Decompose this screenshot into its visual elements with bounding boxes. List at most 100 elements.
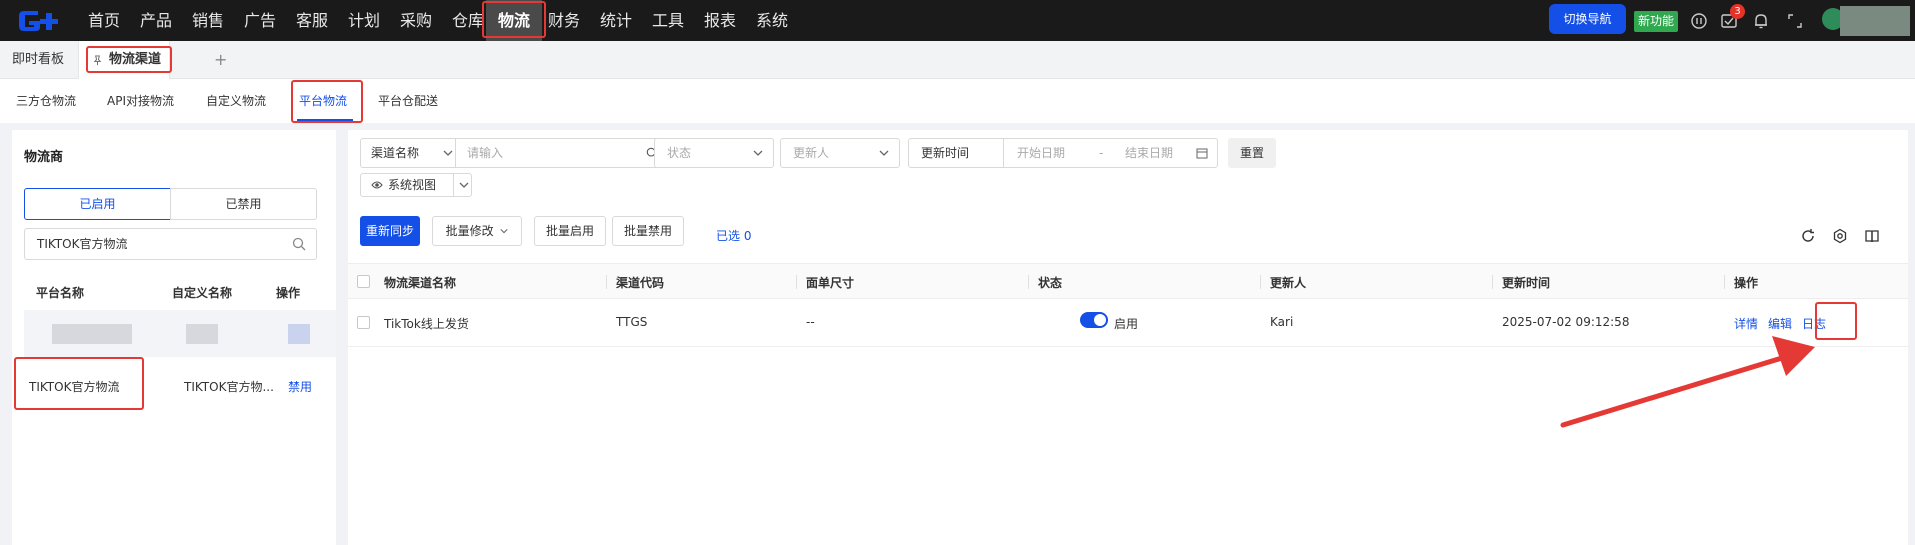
tab-logistics-channel[interactable]: 物流渠道 — [78, 41, 170, 79]
column-updater: 更新人 — [1270, 276, 1307, 290]
edit-link[interactable]: 编辑 — [1768, 315, 1792, 332]
column-status: 状态 — [1038, 276, 1063, 290]
fullscreen-icon[interactable] — [1786, 12, 1804, 30]
subtab-platform-warehouse[interactable]: 平台仓配送 — [378, 79, 438, 123]
column-action: 操作 — [276, 286, 301, 300]
nav-home[interactable]: 首页 — [78, 0, 130, 41]
channel-name: TikTok线上发货 — [384, 317, 469, 331]
start-date-input[interactable]: 开始日期 — [1017, 139, 1065, 167]
carrier-panel: 物流商 已启用 已禁用 TIKTOK官方物流 平台名称 自定义名称 操作 TIK… — [12, 130, 336, 545]
update-time-select[interactable]: 更新时间 — [921, 139, 969, 167]
column-separator — [1028, 275, 1029, 289]
nav-purchase[interactable]: 采购 — [390, 0, 442, 41]
nav-ads[interactable]: 广告 — [234, 0, 286, 41]
nav-tools[interactable]: 工具 — [642, 0, 694, 41]
nav-statistics[interactable]: 统计 — [590, 0, 642, 41]
book-icon[interactable] — [1864, 228, 1880, 244]
select-all-checkbox[interactable] — [357, 275, 370, 288]
subtab-custom-logistics[interactable]: 自定义物流 — [206, 79, 266, 123]
page-tabs-bar: 即时看板 物流渠道 + — [0, 41, 1915, 79]
batch-enable-button[interactable]: 批量启用 — [534, 216, 606, 246]
tab-logistics-channel-label: 物流渠道 — [109, 52, 162, 67]
nav-system[interactable]: 系统 — [746, 0, 798, 41]
table-row[interactable]: TikTok线上发货 TTGS -- 启用 Kari 2025-07-02 09… — [348, 299, 1908, 347]
blurred-text — [52, 324, 132, 344]
carrier-panel-title: 物流商 — [24, 150, 64, 165]
detail-link[interactable]: 详情 — [1734, 315, 1758, 332]
disable-link[interactable]: 禁用 — [288, 378, 312, 395]
label-size: -- — [806, 315, 815, 329]
status-select[interactable]: 状态 — [654, 138, 774, 168]
notification-badge: 3 — [1730, 4, 1745, 19]
column-label-size: 面单尺寸 — [806, 276, 855, 290]
add-tab-button[interactable]: + — [214, 41, 227, 79]
carrier-search-value: TIKTOK官方物流 — [37, 237, 128, 251]
column-updated-at: 更新时间 — [1502, 276, 1551, 290]
column-separator — [606, 275, 607, 289]
log-link[interactable]: 日志 — [1802, 315, 1826, 332]
calendar-icon[interactable] — [1196, 147, 1208, 159]
channel-code: TTGS — [616, 315, 648, 329]
new-feature-button[interactable]: 新功能 — [1634, 11, 1678, 32]
subtab-platform-logistics[interactable]: 平台物流 — [299, 79, 347, 123]
column-separator — [1724, 275, 1725, 289]
search-icon[interactable] — [292, 237, 306, 251]
status-toggle[interactable] — [1080, 312, 1108, 328]
subtab-3pl-warehouse[interactable]: 三方仓物流 — [16, 79, 76, 123]
channel-name-filter: 渠道名称 请输入 — [360, 138, 668, 168]
reset-button[interactable]: 重置 — [1228, 138, 1276, 168]
pin-icon — [93, 55, 102, 66]
carrier-search-input[interactable]: TIKTOK官方物流 — [24, 228, 317, 260]
enabled-filter-button[interactable]: 已启用 — [24, 188, 171, 220]
refresh-icon[interactable] — [1800, 228, 1816, 244]
end-date-input[interactable]: 结束日期 — [1125, 139, 1173, 167]
chevron-down-icon[interactable] — [443, 148, 453, 158]
system-view-label: 系统视图 — [388, 178, 437, 192]
channel-name-select[interactable]: 渠道名称 — [371, 139, 419, 167]
nav-products[interactable]: 产品 — [130, 0, 182, 41]
platform-name: TIKTOK官方物流 — [29, 380, 120, 394]
chevron-down-icon — [879, 150, 889, 156]
date-separator: - — [1099, 146, 1104, 160]
app-logo[interactable] — [16, 7, 66, 35]
status-text: 启用 — [1114, 317, 1139, 331]
disabled-filter-button[interactable]: 已禁用 — [170, 188, 317, 220]
column-separator — [1492, 275, 1493, 289]
row-checkbox[interactable] — [357, 316, 370, 329]
nav-service[interactable]: 客服 — [286, 0, 338, 41]
custom-name: TIKTOK官方物... — [184, 380, 274, 394]
chevron-down-icon — [500, 229, 508, 234]
column-separator — [796, 275, 797, 289]
nav-reports[interactable]: 报表 — [694, 0, 746, 41]
selected-count: 已选 0 — [716, 229, 752, 243]
nav-sales[interactable]: 销售 — [182, 0, 234, 41]
updated-at: 2025-07-02 09:12:58 — [1502, 315, 1630, 329]
channel-name-input[interactable]: 请输入 — [467, 139, 503, 167]
resync-button[interactable]: 重新同步 — [360, 216, 420, 246]
top-navbar: 首页 产品 销售 广告 客服 计划 采购 仓库 物流 财务 统计 工具 报表 系… — [0, 0, 1915, 41]
batch-edit-button[interactable]: 批量修改 — [432, 216, 522, 246]
nav-finance[interactable]: 财务 — [542, 0, 586, 41]
settings-icon[interactable] — [1832, 228, 1848, 244]
sub-tabs-bar: 三方仓物流 API对接物流 自定义物流 平台物流 平台仓配送 — [0, 79, 1915, 123]
bell-icon[interactable] — [1752, 12, 1770, 30]
table-header: 物流渠道名称 渠道代码 面单尺寸 状态 更新人 更新时间 操作 — [348, 263, 1908, 299]
divider — [455, 139, 456, 167]
nav-logistics[interactable]: 物流 — [486, 0, 542, 41]
tab-dashboard[interactable]: 即时看板 — [12, 41, 64, 79]
list-item-blurred[interactable] — [24, 310, 336, 357]
system-view-select[interactable]: 系统视图 — [360, 173, 472, 197]
column-channel-code: 渠道代码 — [616, 276, 665, 290]
username-blurred[interactable] — [1840, 6, 1910, 36]
chevron-down-icon — [753, 150, 763, 156]
updater-select[interactable]: 更新人 — [780, 138, 900, 168]
updater-name: Kari — [1270, 315, 1294, 329]
chevron-down-icon[interactable] — [459, 180, 469, 190]
switch-nav-button[interactable]: 切换导航 — [1549, 4, 1626, 34]
column-custom-name: 自定义名称 — [172, 286, 233, 300]
batch-disable-button[interactable]: 批量禁用 — [612, 216, 684, 246]
subtab-api-logistics[interactable]: API对接物流 — [107, 79, 174, 123]
list-item[interactable]: TIKTOK官方物流 TIKTOK官方物... 禁用 — [24, 362, 336, 409]
pause-circle-icon[interactable] — [1690, 12, 1708, 30]
nav-plan[interactable]: 计划 — [338, 0, 390, 41]
